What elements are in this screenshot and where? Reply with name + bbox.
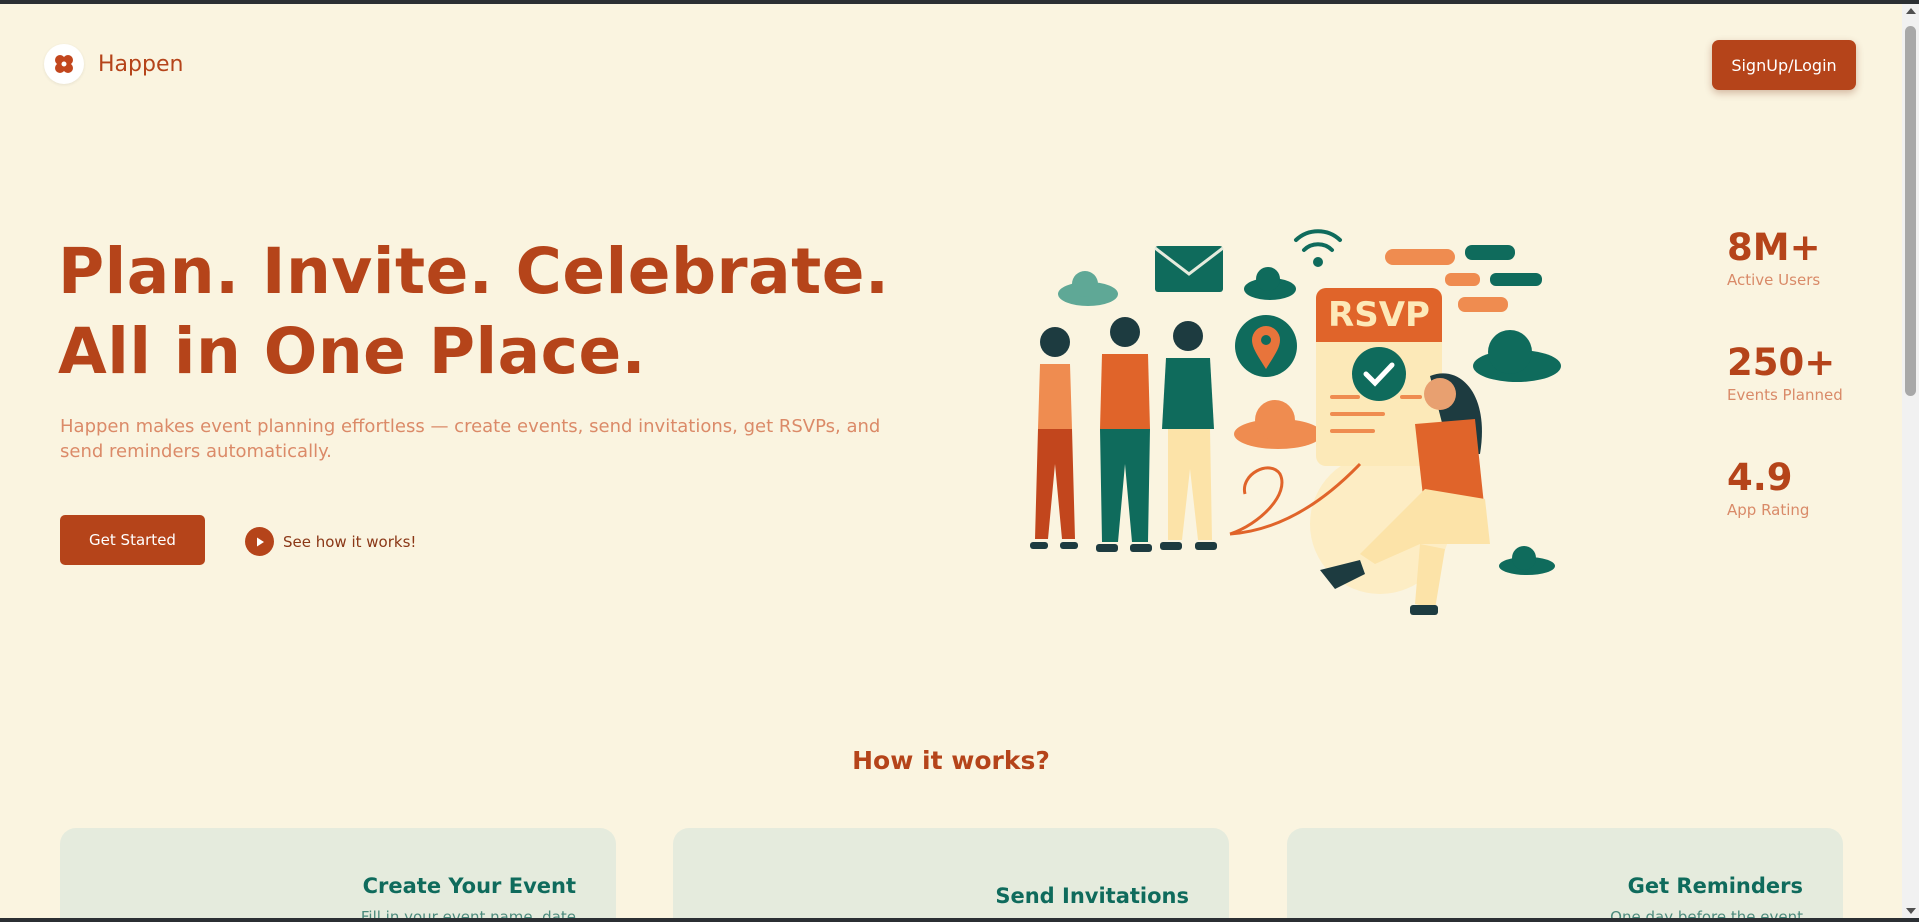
hero-title-line-1: Plan. Invite. Celebrate. [58, 235, 890, 308]
cloud-icon [1058, 271, 1118, 306]
stat-events-planned: 250+ Events Planned [1727, 341, 1843, 456]
stats-panel: 8M+ Active Users 250+ Events Planned 4.9… [1727, 226, 1843, 571]
how-it-works-heading: How it works? [852, 746, 1050, 775]
signup-login-button[interactable]: SignUp/Login [1712, 40, 1856, 90]
stat-value: 8M+ [1727, 226, 1821, 269]
stat-active-users: 8M+ Active Users [1727, 226, 1843, 341]
card-title: Send Invitations [995, 884, 1189, 908]
brand-name: Happen [98, 51, 184, 77]
see-how-label: See how it works! [283, 532, 417, 551]
card-get-reminders: Get Reminders One day before the event [1287, 828, 1843, 918]
play-icon [245, 527, 274, 556]
card-create-event: Create Your Event Fill in your event nam… [60, 828, 616, 918]
window-bottom-border [0, 918, 1919, 922]
scroll-up-arrow-icon[interactable] [1906, 8, 1916, 14]
stat-value: 250+ [1727, 341, 1836, 384]
card-description: Fill in your event name, date [360, 908, 576, 918]
cloud-icon [1499, 546, 1555, 575]
envelope-icon [1154, 246, 1224, 292]
cloud-icon [1244, 267, 1296, 300]
cloud-icon [1234, 400, 1322, 449]
svg-text:RSVP: RSVP [1328, 295, 1430, 335]
wifi-icon [1294, 229, 1342, 267]
card-send-invitations: Send Invitations [673, 828, 1229, 918]
cloud-icon [1473, 330, 1561, 382]
stat-label: Events Planned [1727, 386, 1843, 404]
card-title: Get Reminders [1627, 874, 1803, 898]
stat-app-rating: 4.9 App Rating [1727, 456, 1843, 571]
hero-description: Happen makes event planning effortless —… [60, 416, 881, 462]
flower-logo-icon [44, 44, 84, 84]
hero-title-line-2: All in One Place. [58, 315, 647, 388]
card-title: Create Your Event [362, 874, 576, 898]
card-description: One day before the event [1610, 908, 1803, 918]
stat-value: 4.9 [1727, 456, 1793, 499]
person-illustration [1030, 327, 1078, 549]
logo[interactable]: Happen [44, 44, 183, 84]
hero-illustration: RSVP [1000, 224, 1580, 628]
scroll-down-arrow-icon[interactable] [1906, 908, 1916, 914]
stat-label: Active Users [1727, 271, 1821, 289]
see-how-it-works-link[interactable]: See how it works! [245, 527, 416, 556]
get-started-button[interactable]: Get Started [60, 515, 205, 565]
vertical-scrollbar[interactable] [1902, 4, 1919, 918]
hero-title: Plan. Invite. Celebrate. All in One Plac… [58, 232, 889, 392]
person-illustration [1096, 317, 1152, 552]
stat-label: App Rating [1727, 501, 1810, 519]
person-illustration [1160, 321, 1217, 550]
page-viewport: Happen SignUp/Login Plan. Invite. Celebr… [0, 4, 1902, 918]
location-pin-icon [1235, 315, 1297, 377]
scrollbar-thumb[interactable] [1905, 26, 1916, 396]
